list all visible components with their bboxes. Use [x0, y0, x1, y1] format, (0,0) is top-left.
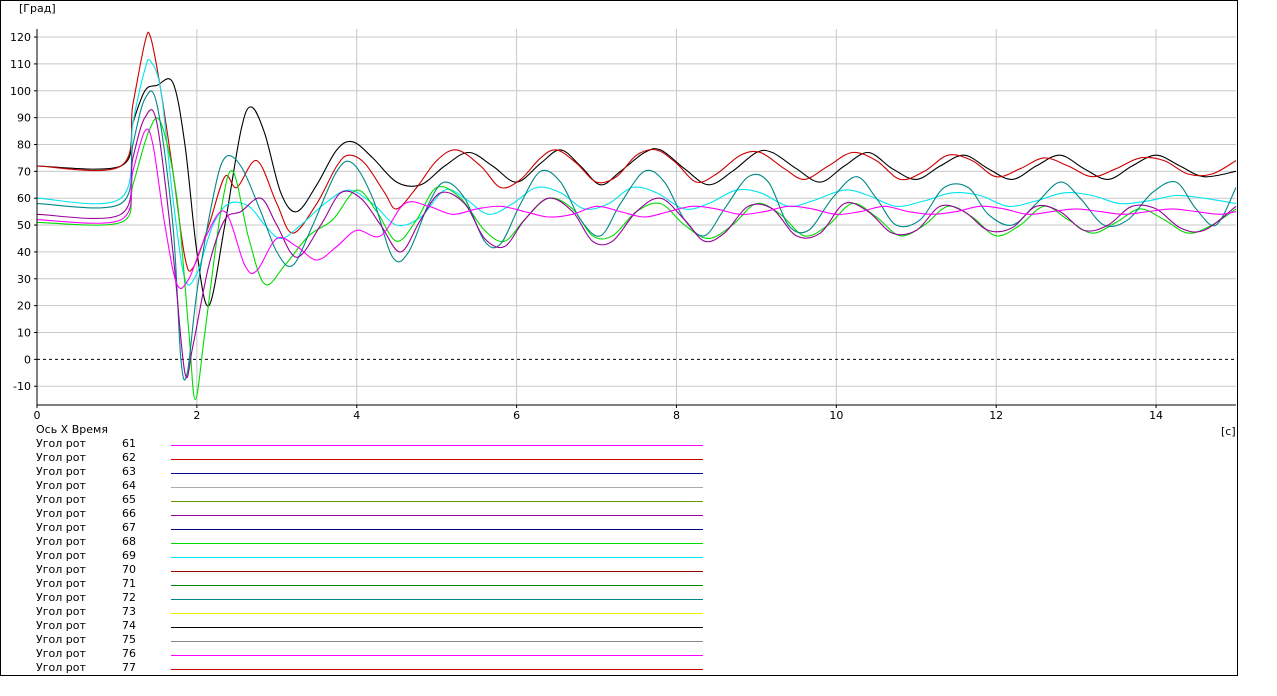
legend-item-id: 75 [122, 633, 136, 646]
y-tick-label: 80 [17, 138, 31, 151]
legend-item-name: Угол рот [36, 563, 86, 576]
legend-item-name: Угол рот [36, 633, 86, 646]
legend-item-name: Угол рот [36, 437, 86, 450]
legend-item-name: Угол рот [36, 661, 86, 674]
x-tick-label: 2 [193, 409, 200, 422]
legend-item-swatch [171, 585, 703, 586]
legend-item-swatch [171, 557, 703, 558]
x-tick-label: 6 [513, 409, 520, 422]
y-tick-label: 0 [24, 353, 31, 366]
legend-item: Угол рот 74 [36, 620, 716, 634]
legend-item-swatch [171, 515, 703, 516]
x-tick-label: 10 [829, 409, 843, 422]
series-line [36, 78, 1237, 307]
legend-item-name: Угол рот [36, 535, 86, 548]
legend-item-swatch [171, 487, 703, 488]
legend-item-id: 74 [122, 619, 136, 632]
legend-item-swatch [171, 655, 703, 656]
legend-item: Угол рот 70 [36, 564, 716, 578]
legend-item-name: Угол рот [36, 591, 86, 604]
legend-item-id: 64 [122, 479, 136, 492]
x-tick-label: 8 [673, 409, 680, 422]
legend-item-swatch [171, 529, 703, 530]
legend-item-name: Угол рот [36, 507, 86, 520]
legend-item-name: Угол рот [36, 605, 86, 618]
legend-item-name: Угол рот [36, 549, 86, 562]
y-tick-label: 100 [10, 85, 31, 98]
x-tick-label: 12 [989, 409, 1003, 422]
x-tick-label: 0 [34, 409, 41, 422]
legend-item-name: Угол рот [36, 493, 86, 506]
legend-item: Угол рот 61 [36, 438, 716, 452]
legend-item-id: 70 [122, 563, 136, 576]
legend-item-id: 67 [122, 521, 136, 534]
y-tick-label: 30 [17, 273, 31, 286]
legend-item-name: Угол рот [36, 577, 86, 590]
legend-item: Угол рот 63 [36, 466, 716, 480]
y-tick-label: 50 [17, 219, 31, 232]
y-tick-label: -10 [13, 380, 31, 393]
legend-item: Угол рот 77 [36, 662, 716, 676]
legend-item-id: 73 [122, 605, 136, 618]
legend-item-id: 62 [122, 451, 136, 464]
legend-item-id: 69 [122, 549, 136, 562]
legend-item-id: 65 [122, 493, 136, 506]
legend-item-swatch [171, 543, 703, 544]
legend-item: Угол рот 76 [36, 648, 716, 662]
legend-item-id: 71 [122, 577, 136, 590]
y-tick-label: 70 [17, 165, 31, 178]
legend-item-name: Угол рот [36, 521, 86, 534]
legend-item-id: 76 [122, 647, 136, 660]
legend-item-id: 61 [122, 437, 136, 450]
legend-item: Угол рот 72 [36, 592, 716, 606]
y-tick-label: 110 [10, 58, 31, 71]
y-tick-label: 20 [17, 300, 31, 313]
legend-item-id: 66 [122, 507, 136, 520]
legend-item-name: Угол рот [36, 619, 86, 632]
legend-item: Угол рот 67 [36, 522, 716, 536]
legend-item-swatch [171, 599, 703, 600]
legend-item: Угол рот 65 [36, 494, 716, 508]
legend-item-name: Угол рот [36, 647, 86, 660]
legend-item-name: Угол рот [36, 465, 86, 478]
legend-item-name: Угол рот [36, 451, 86, 464]
legend-item-swatch [171, 641, 703, 642]
legend-item-swatch [171, 669, 703, 670]
x-tick-label: 14 [1149, 409, 1163, 422]
legend-item-id: 72 [122, 591, 136, 604]
legend-item: Угол рот 64 [36, 480, 716, 494]
legend-item-id: 63 [122, 465, 136, 478]
y-tick-label: 10 [17, 326, 31, 339]
series-line [36, 58, 1237, 286]
legend-item-swatch [171, 627, 703, 628]
legend-item: Угол рот 66 [36, 508, 716, 522]
legend-item: Угол рот 73 [36, 606, 716, 620]
legend-item: Угол рот 69 [36, 550, 716, 564]
legend-item-swatch [171, 445, 703, 446]
y-tick-label: 60 [17, 192, 31, 205]
legend-item-id: 68 [122, 535, 136, 548]
legend-item: Угол рот 75 [36, 634, 716, 648]
series-line [36, 109, 1237, 379]
legend-item: Угол рот 62 [36, 452, 716, 466]
legend-item-id: 77 [122, 661, 136, 674]
legend-item-swatch [171, 459, 703, 460]
series-line [36, 117, 1237, 401]
legend-item: Угол рот 68 [36, 536, 716, 550]
legend-item-name: Угол рот [36, 479, 86, 492]
x-tick-label: 4 [353, 409, 360, 422]
legend-item: Угол рот 71 [36, 578, 716, 592]
y-tick-label: 40 [17, 246, 31, 259]
y-tick-label: 90 [17, 112, 31, 125]
legend-item-swatch [171, 501, 703, 502]
y-tick-label: 120 [10, 31, 31, 44]
x-axis-unit: [c] [1221, 425, 1236, 438]
legend-header: Ось X Время [36, 423, 108, 436]
legend-item-swatch [171, 613, 703, 614]
legend-item-swatch [171, 571, 703, 572]
y-axis-unit: [Град] [19, 2, 56, 15]
legend-item-swatch [171, 473, 703, 474]
series-line [36, 128, 1237, 289]
